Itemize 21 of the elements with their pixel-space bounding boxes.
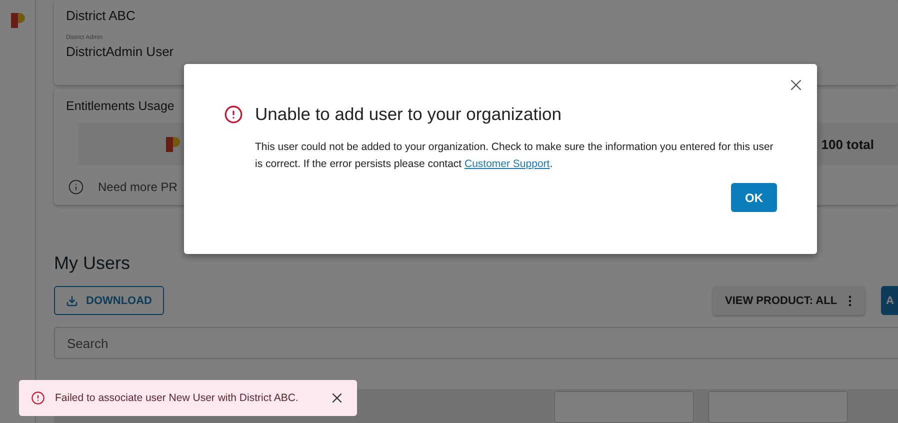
dialog-message: This user could not be added to your organization. Check to make sure the information you entered for this user is correct. If the error persists please contact Customer Support. (255, 140, 774, 172)
info-text: Need more PR (98, 180, 178, 194)
support-link[interactable]: Customer Support (464, 158, 550, 170)
download-button[interactable]: DOWNLOAD (54, 286, 164, 315)
toast-message: Failed to associate user New User with District ABC. (55, 392, 300, 404)
search-field[interactable]: Search (54, 327, 898, 359)
alert-icon (224, 105, 243, 124)
alert-icon (31, 391, 45, 405)
view-product-button[interactable]: VIEW PRODUCT: ALL (713, 286, 866, 315)
add-button[interactable]: A (881, 286, 898, 315)
usage-total: 100 total (821, 136, 874, 152)
entitlements-title: Entitlements Usage (66, 99, 174, 113)
product-logo-icon (166, 136, 180, 152)
ok-button[interactable]: OK (731, 183, 777, 212)
organization-name: District ABC (66, 8, 136, 23)
logo-icon (10, 12, 24, 28)
info-icon (68, 179, 84, 195)
admin-name: DistrictAdmin User (66, 44, 175, 59)
download-icon (66, 294, 78, 306)
dialog-title: Unable to add user to your organization (255, 104, 562, 125)
section-title: My Users (54, 253, 131, 274)
